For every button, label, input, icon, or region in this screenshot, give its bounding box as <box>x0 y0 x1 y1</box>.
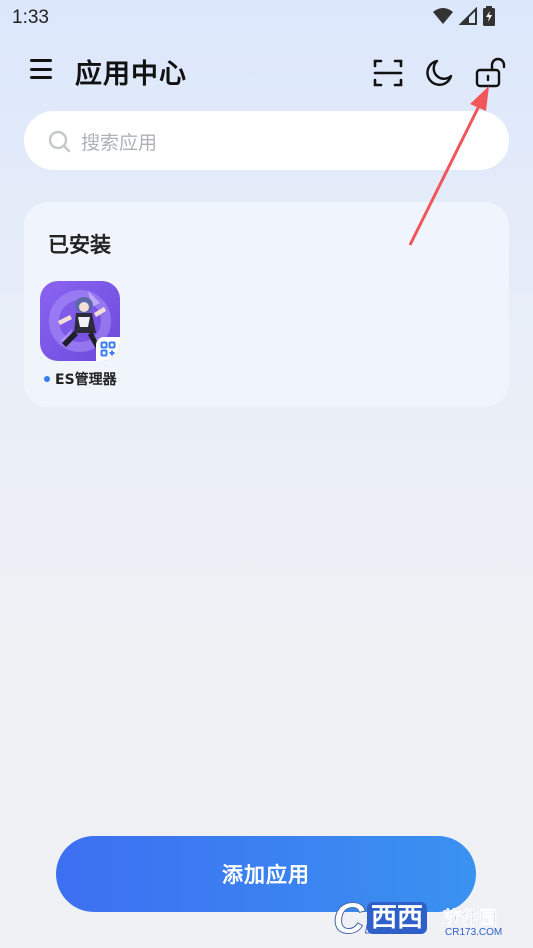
battery-charging-icon <box>483 6 495 26</box>
moon-icon <box>426 59 453 86</box>
signal-icon <box>459 7 477 25</box>
add-app-button-label: 添加应用 <box>222 863 310 887</box>
anime-character-app-icon <box>40 281 120 361</box>
clone-badge-icon <box>96 337 120 361</box>
search-placeholder: 搜索应用 <box>81 132 158 154</box>
watermark-logo: Cr 西西 软件园 CR173.COM <box>333 895 515 942</box>
app-label: ES管理器 <box>55 372 117 388</box>
scan-button[interactable] <box>371 56 405 90</box>
status-bar: 1:33 <box>0 0 533 34</box>
section-title: 已安装 <box>48 233 111 257</box>
app-label-row: ES管理器 <box>44 369 117 389</box>
installed-apps-card: 已安装 ES管理器 <box>24 202 509 407</box>
menu-icon-line <box>30 76 52 79</box>
app-header: 应用中心 <box>0 46 533 94</box>
menu-icon-line <box>30 59 52 62</box>
watermark-url: CR173.COM <box>445 927 503 938</box>
wifi-icon <box>433 8 453 24</box>
status-icons <box>433 6 495 26</box>
page-title: 应用中心 <box>75 59 187 90</box>
search-input[interactable]: 搜索应用 <box>24 111 509 170</box>
unlock-button[interactable] <box>472 56 506 90</box>
watermark-brand: 西西 <box>367 902 428 934</box>
status-time: 1:33 <box>12 7 49 28</box>
menu-icon-line <box>30 67 52 71</box>
search-icon <box>48 130 71 153</box>
night-mode-button[interactable] <box>422 56 456 90</box>
new-indicator-dot <box>44 376 50 382</box>
scan-icon <box>373 59 403 87</box>
unlock-icon <box>475 57 506 88</box>
app-item-es-manager[interactable]: ES管理器 <box>40 281 120 388</box>
menu-button[interactable] <box>28 56 54 82</box>
